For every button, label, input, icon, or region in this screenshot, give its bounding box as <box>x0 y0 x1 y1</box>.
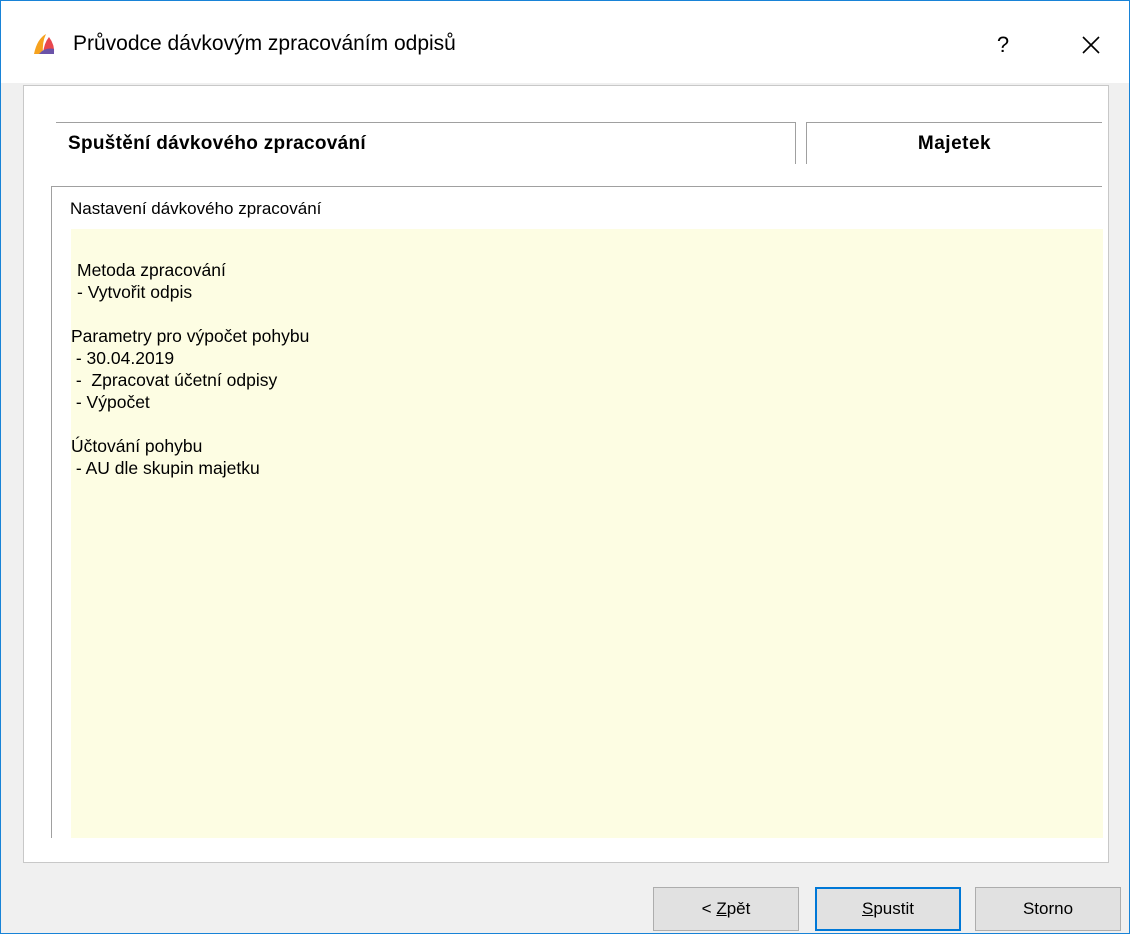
summary-section-parameters: Parametry pro výpočet pohybu - 30.04.201… <box>71 325 1103 413</box>
summary-item: - AU dle skupin majetku <box>71 458 260 478</box>
help-button[interactable]: ? <box>973 23 1033 67</box>
close-button[interactable] <box>1061 23 1121 67</box>
back-button-mnemonic: Z <box>716 899 727 918</box>
app-logo-icon <box>34 34 55 54</box>
summary-item: - Vytvořit odpis <box>77 282 193 302</box>
step-title: Spuštění dávkového zpracování <box>68 133 367 154</box>
summary-item: - 30.04.2019 <box>71 348 175 368</box>
summary-heading: Metoda zpracování <box>77 260 226 280</box>
window-title: Průvodce dávkovým zpracováním odpisů <box>73 32 456 55</box>
settings-group-label: Nastavení dávkového zpracování <box>70 199 322 218</box>
summary-heading: Účtování pohybu <box>71 436 203 456</box>
settings-summary: Metoda zpracování - Vytvořit odpis Param… <box>71 229 1103 838</box>
run-button-label: pustit <box>873 899 914 918</box>
run-button-mnemonic: S <box>862 899 874 918</box>
cancel-button[interactable]: Storno <box>975 887 1121 931</box>
summary-section-method: Metoda zpracování - Vytvořit odpis <box>77 259 1103 303</box>
step-title-panel: Spuštění dávkového zpracování <box>56 122 796 164</box>
run-button[interactable]: Spustit <box>815 887 961 931</box>
summary-section-posting: Účtování pohybu - AU dle skupin majetku <box>71 435 1103 479</box>
title-bar: Průvodce dávkovým zpracováním odpisů ? <box>1 1 1129 83</box>
close-icon <box>1082 36 1100 54</box>
summary-item: - Výpočet <box>71 392 150 412</box>
button-bar: < Zpět Spustit Storno <box>1 865 1129 933</box>
back-button-label: pět <box>726 899 751 918</box>
back-button[interactable]: < Zpět <box>653 887 799 931</box>
wizard-window: Průvodce dávkovým zpracováním odpisů ? S… <box>0 0 1130 934</box>
back-button-prefix: < <box>701 899 717 918</box>
summary-heading: Parametry pro výpočet pohybu <box>71 326 310 346</box>
summary-item: - Zpracovat účetní odpisy <box>71 370 278 390</box>
settings-group: Nastavení dávkového zpracování Metoda zp… <box>51 186 1103 838</box>
module-name: Majetek <box>917 133 992 154</box>
module-panel: Majetek <box>806 122 1102 164</box>
wizard-page: Spuštění dávkového zpracování Majetek Na… <box>23 85 1109 863</box>
